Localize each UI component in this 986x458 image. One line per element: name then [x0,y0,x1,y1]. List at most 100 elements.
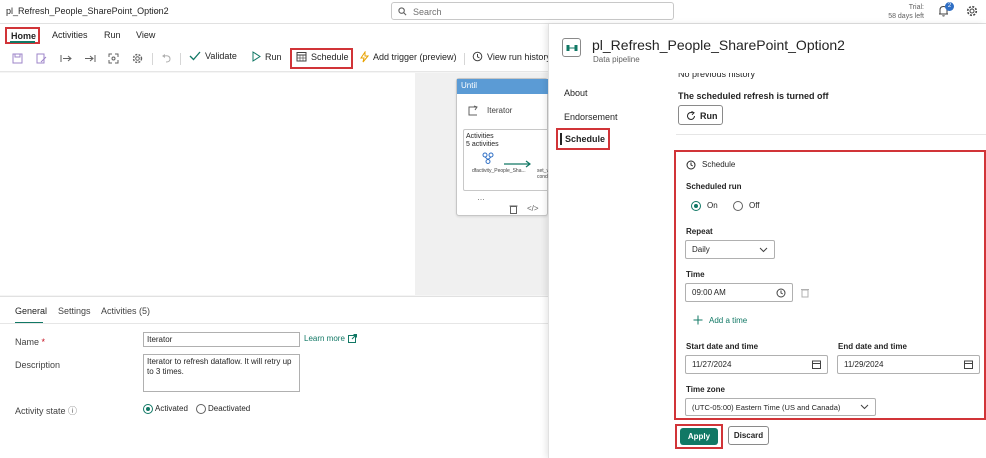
pipeline-settings-panel: pl_Refresh_People_SharePoint_Option2 Dat… [548,24,986,458]
nav-about[interactable]: About [564,88,588,98]
tab-run[interactable]: Run [104,30,121,40]
activities-container[interactable]: Activities 5 activities dfactivity_Peopl… [463,129,553,191]
learn-more-link[interactable]: Learn more [304,334,345,343]
scheduled-off-radio[interactable] [733,201,743,211]
apply-button[interactable]: Apply [680,428,718,445]
clock-icon [686,160,696,170]
tab-activities[interactable]: Activities (5) [101,306,150,316]
gear-icon[interactable] [966,5,978,17]
scheduled-on-radio[interactable] [691,201,701,211]
deactivated-radio[interactable] [196,404,206,414]
run-button[interactable]: Run [251,51,282,62]
pipeline-icon [562,38,581,57]
code-icon[interactable]: </> [527,204,539,213]
more-icon[interactable]: … [477,193,485,202]
ribbon-tabs: Home Activities Run View [0,24,548,46]
chevron-down-icon [759,247,768,252]
top-bar: pl_Refresh_People_SharePoint_Option2 ⌵ S… [0,0,986,24]
trial-status[interactable]: Trial: 58 days left [872,3,924,21]
tab-settings[interactable]: Settings [58,306,91,316]
plus-icon [693,315,703,325]
repeat-dropdown[interactable]: Daily [685,240,775,259]
start-date-label: Start date and time [686,342,759,351]
activity-state-label: Activity state ⓘ [15,406,78,416]
divider [464,53,465,65]
calendar-icon [812,360,821,369]
run-now-button[interactable]: Run [678,105,723,125]
lightning-icon [360,51,369,63]
fit-view-icon[interactable] [108,53,119,64]
checkmark-icon [189,51,201,61]
divider [180,53,181,65]
description-input[interactable]: Iterator to refresh dataflow. It will re… [143,354,300,392]
timezone-dropdown[interactable]: (UTC-05:00) Eastern Time (US and Canada) [685,398,876,416]
search-icon [398,7,407,16]
activities-title: Activities 5 activities [466,133,499,148]
selection-indicator [560,133,562,145]
settings-icon[interactable] [132,53,143,64]
divider [676,134,986,135]
time-picker[interactable]: 09:00 AM [685,283,793,302]
toolbar: Validate Run Schedule Add trigger (previ… [0,46,551,72]
divider [152,53,153,65]
end-date-picker[interactable]: 11/29/2024 [837,355,980,374]
start-date-picker[interactable]: 11/27/2024 [685,355,828,374]
calendar-icon [964,360,973,369]
schedule-heading: Schedule [702,160,736,169]
info-icon: ⓘ [68,406,78,416]
history-text: No previous history [678,73,756,79]
timezone-label: Time zone [686,385,725,394]
move-right-icon[interactable] [60,53,72,64]
until-header: Until [457,79,549,94]
name-label: Name * [15,337,46,347]
nav-endorsement[interactable]: Endorsement [564,112,618,122]
save-icon[interactable] [12,53,23,64]
name-input[interactable]: Iterator [143,332,300,347]
nav-schedule[interactable]: Schedule [556,128,610,150]
time-label: Time [686,270,705,279]
external-link-icon[interactable] [348,334,357,343]
play-icon [252,51,261,62]
end-date-label: End date and time [838,342,907,351]
notification-badge: 2 [945,2,954,11]
view-run-history-button[interactable]: View run history [472,51,551,62]
delete-icon[interactable] [509,204,518,214]
apply-highlight: Apply [675,424,723,449]
refresh-status: The scheduled refresh is turned off [678,91,829,101]
activity-dataflow-label: dfactivity_People_Sha... [472,168,526,174]
chevron-down-icon[interactable]: ⌵ [153,5,160,16]
schedule-button[interactable]: Schedule [296,51,349,62]
repeat-label: Repeat [686,227,713,236]
tab-general[interactable]: General [15,306,47,324]
dataflow-icon [482,152,494,164]
search-box[interactable]: Search [391,2,674,20]
off-label: Off [749,201,760,210]
delete-time-icon[interactable] [800,287,810,298]
deactivated-label: Deactivated [208,404,251,413]
edit-icon[interactable] [36,53,47,64]
tab-view[interactable]: View [136,30,155,40]
on-label: On [707,201,718,210]
refresh-icon [687,111,695,120]
iterator-icon [468,105,478,116]
clock-icon [776,288,786,297]
chevron-down-icon [860,404,869,410]
discard-button[interactable]: Discard [728,426,769,445]
description-label: Description [15,360,61,370]
add-trigger-button[interactable]: Add trigger (preview) [360,51,457,63]
pipeline-title[interactable]: pl_Refresh_People_SharePoint_Option2 [6,6,169,16]
tab-activities[interactable]: Activities [52,30,88,40]
success-arrow-icon [504,160,531,168]
undo-icon[interactable] [161,53,172,64]
validate-button[interactable]: Validate [189,51,237,61]
tab-home[interactable]: Home [5,27,40,44]
activated-radio[interactable] [143,404,153,414]
move-end-icon[interactable] [84,53,96,64]
activated-label: Activated [155,404,188,413]
properties-pane: General Settings Activities (5) Name * I… [0,296,548,458]
add-time-button[interactable]: Add a time [693,315,747,325]
scheduled-run-label: Scheduled run [686,182,742,191]
until-activity[interactable]: Until Iterator Activities 5 activities d… [456,78,553,216]
iterator-label: Iterator [487,106,513,115]
search-placeholder: Search [413,7,442,17]
